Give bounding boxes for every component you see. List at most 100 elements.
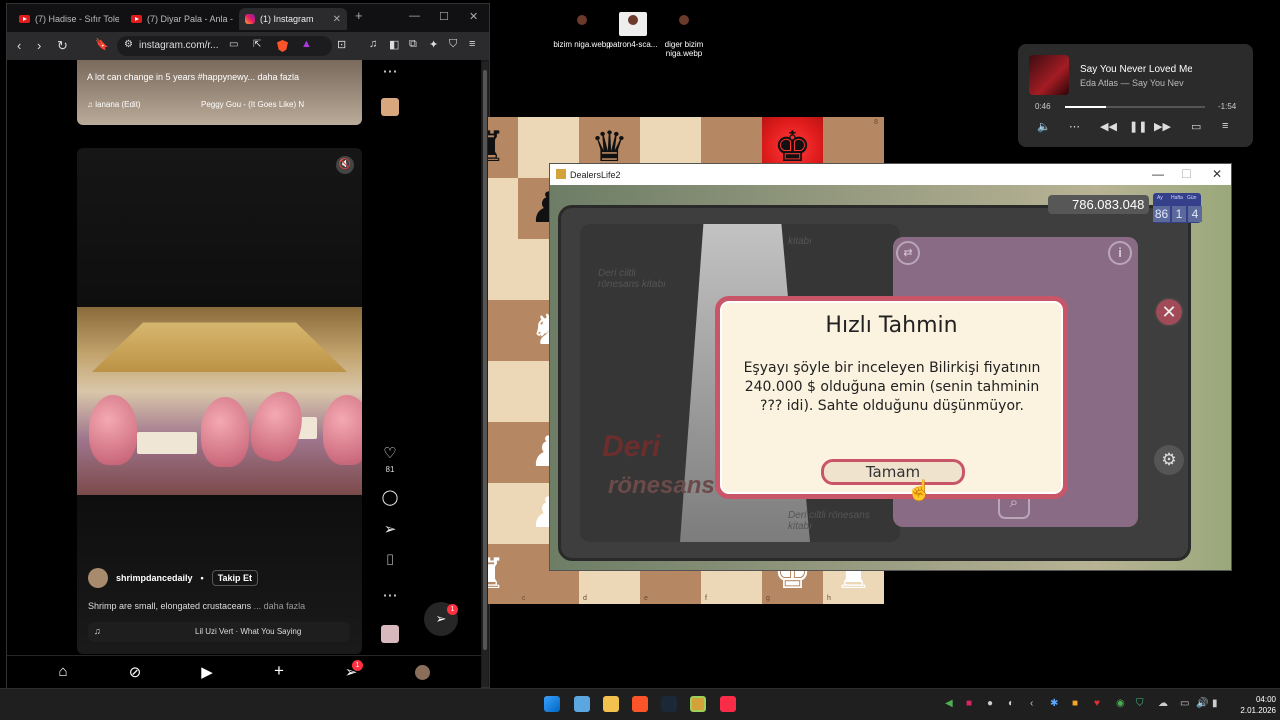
bookmark-icon[interactable]: 🔖 — [95, 38, 109, 51]
reel-music[interactable]: ♫ Lil Uzi Vert · What You Saying — [88, 622, 350, 642]
pause-icon[interactable]: ❚❚ — [1129, 120, 1147, 133]
mute-icon[interactable]: 🔇 — [336, 156, 354, 174]
tray-steam-icon[interactable]: ◐ — [1008, 698, 1014, 709]
avatar[interactable] — [88, 568, 108, 588]
messages-button[interactable]: ➢ 1 — [424, 602, 458, 636]
tray-shield-icon[interactable]: ♥ — [1094, 698, 1100, 709]
info-icon[interactable]: i — [1108, 241, 1132, 265]
widgets-icon[interactable] — [574, 696, 590, 712]
tray-green-icon[interactable]: ◀ — [945, 698, 953, 709]
explore-icon[interactable]: ⊘ — [125, 663, 145, 681]
like-icon[interactable]: ♡ — [380, 444, 400, 462]
reel-video[interactable] — [77, 307, 362, 495]
close-tab-icon[interactable]: ✕ — [333, 14, 341, 25]
vpn-icon[interactable]: ⛉ — [449, 38, 457, 51]
taskbar-clock[interactable]: 04:00 2.01.2026 — [1230, 694, 1276, 716]
more-icon[interactable]: ⋯ — [1069, 120, 1080, 133]
audio-thumbnail[interactable] — [381, 625, 399, 643]
tray-nvidia-icon[interactable]: ◉ — [1116, 698, 1125, 709]
close-window-button[interactable]: ✕ — [469, 10, 478, 23]
address-bar[interactable]: ⚙ instagram.com/r... ▭ ⇱ ▲ — [117, 36, 332, 56]
apple-music-icon[interactable] — [720, 696, 736, 712]
minimize-button[interactable]: — — [409, 10, 420, 22]
tray-battery-icon[interactable]: ▮ — [1212, 698, 1218, 709]
forward-icon[interactable]: › — [37, 38, 41, 53]
file-label: d — [583, 595, 587, 602]
tab-hadise[interactable]: (7) Hadise - Sıfır Toler — [13, 8, 119, 30]
reload-icon[interactable]: ↻ — [57, 38, 68, 54]
close-window-button[interactable]: ✕ — [1212, 167, 1222, 181]
square[interactable] — [488, 483, 518, 544]
black-rook-icon[interactable]: ♜ — [488, 122, 518, 172]
next-icon[interactable]: ▶▶ — [1154, 120, 1171, 133]
create-icon[interactable]: + — [269, 661, 289, 681]
site-info-icon[interactable]: ⚙ — [124, 39, 133, 50]
desktop-icon-diger-bizim-niga[interactable]: diger bizim niga.webp — [653, 12, 715, 58]
square[interactable] — [488, 422, 518, 483]
new-tab-button[interactable]: + — [355, 8, 363, 23]
square[interactable] — [488, 178, 518, 239]
leo-icon[interactable]: ✦ — [429, 38, 438, 51]
white-rook-icon[interactable]: ♜ — [488, 549, 518, 599]
share-icon[interactable]: ⇱ — [253, 39, 261, 50]
extensions-icon[interactable]: ⧉ — [409, 38, 417, 51]
steam-icon[interactable] — [661, 696, 677, 712]
menu-icon[interactable]: ≡ — [469, 38, 475, 50]
share-icon[interactable]: ⇄ — [896, 241, 920, 265]
back-icon[interactable]: ‹ — [17, 38, 21, 53]
home-icon[interactable]: ⌂ — [53, 663, 73, 680]
start-icon[interactable] — [544, 696, 560, 712]
tray-security-icon[interactable]: ⛉ — [1136, 698, 1144, 709]
file-label: h — [827, 595, 831, 602]
brave-rewards-icon[interactable]: ▲ — [301, 38, 312, 50]
more-options-icon[interactable]: ⋯ — [380, 62, 400, 80]
tray-volume-icon[interactable]: 🔊 — [1196, 698, 1208, 709]
username[interactable]: shrimpdancedaily — [116, 573, 193, 583]
tray-bluetooth-icon[interactable]: ✱ — [1050, 698, 1058, 709]
scrollbar-thumb[interactable] — [483, 70, 487, 650]
reels-icon[interactable]: ▶ — [197, 663, 217, 681]
more-link[interactable]: ... daha fazla — [254, 601, 306, 611]
close-panel-button[interactable]: ✕ — [1154, 297, 1184, 327]
minimize-button[interactable]: — — [1152, 167, 1164, 181]
square[interactable] — [488, 300, 518, 361]
square[interactable] — [488, 361, 518, 422]
settings-gear-icon[interactable]: ⚙ — [1154, 445, 1184, 475]
previous-post[interactable]: A lot can change in 5 years #happynewy..… — [77, 60, 362, 125]
dealerslife-taskbar-icon[interactable] — [690, 696, 706, 712]
profile-avatar[interactable] — [415, 665, 430, 680]
follow-button[interactable]: Takip Et — [211, 570, 259, 586]
tray-orange-icon[interactable]: ■ — [1072, 698, 1078, 709]
maximize-button[interactable]: ☐ — [1181, 167, 1192, 181]
save-icon[interactable]: ⌷ — [380, 552, 400, 569]
music-icon[interactable]: ♫ — [369, 38, 377, 50]
file-explorer-icon[interactable] — [603, 696, 619, 712]
maximize-button[interactable]: ☐ — [439, 10, 449, 23]
ok-button[interactable]: Tamam — [821, 459, 965, 485]
reader-icon[interactable]: ⊡ — [337, 38, 346, 51]
previous-icon[interactable]: ◀◀ — [1100, 120, 1117, 133]
tray-cloud-icon[interactable]: ☁ — [1158, 698, 1168, 709]
tab-instagram[interactable]: (1) Instagram ✕ — [239, 8, 347, 30]
more-options-icon[interactable]: ⋯ — [380, 586, 400, 604]
reel-card[interactable]: 🔇 shrimpdancedaily • Takip Et Shrimp are… — [77, 148, 362, 654]
tab-diyar-pala[interactable]: (7) Diyar Pala - Anla - — [125, 8, 233, 30]
send-icon[interactable]: ➢ — [380, 520, 400, 538]
audio-thumbnail[interactable] — [381, 98, 399, 116]
dialog-title: Hızlı Tahmin — [825, 313, 958, 338]
tray-arrow-icon[interactable]: ‹ — [1030, 698, 1033, 709]
comment-icon[interactable]: ◯ — [380, 488, 400, 506]
bg-item-label: Deri ciltli rönesans kitabı — [788, 510, 870, 532]
queue-icon[interactable]: ≡ — [1222, 120, 1228, 132]
progress-bar[interactable] — [1065, 106, 1205, 108]
install-app-icon[interactable]: ▭ — [229, 39, 238, 50]
tray-network-icon[interactable]: ▭ — [1180, 698, 1189, 709]
volume-icon[interactable]: 🔈 — [1037, 120, 1051, 133]
tray-app-icon[interactable]: ■ — [966, 698, 972, 709]
sidebar-icon[interactable]: ◧ — [389, 38, 399, 51]
square[interactable] — [488, 239, 518, 300]
tray-github-icon[interactable]: ● — [987, 698, 993, 709]
brave-browser-icon[interactable] — [632, 696, 648, 712]
brave-shields-icon[interactable] — [277, 40, 288, 52]
lyrics-icon[interactable]: ▭ — [1191, 120, 1201, 133]
